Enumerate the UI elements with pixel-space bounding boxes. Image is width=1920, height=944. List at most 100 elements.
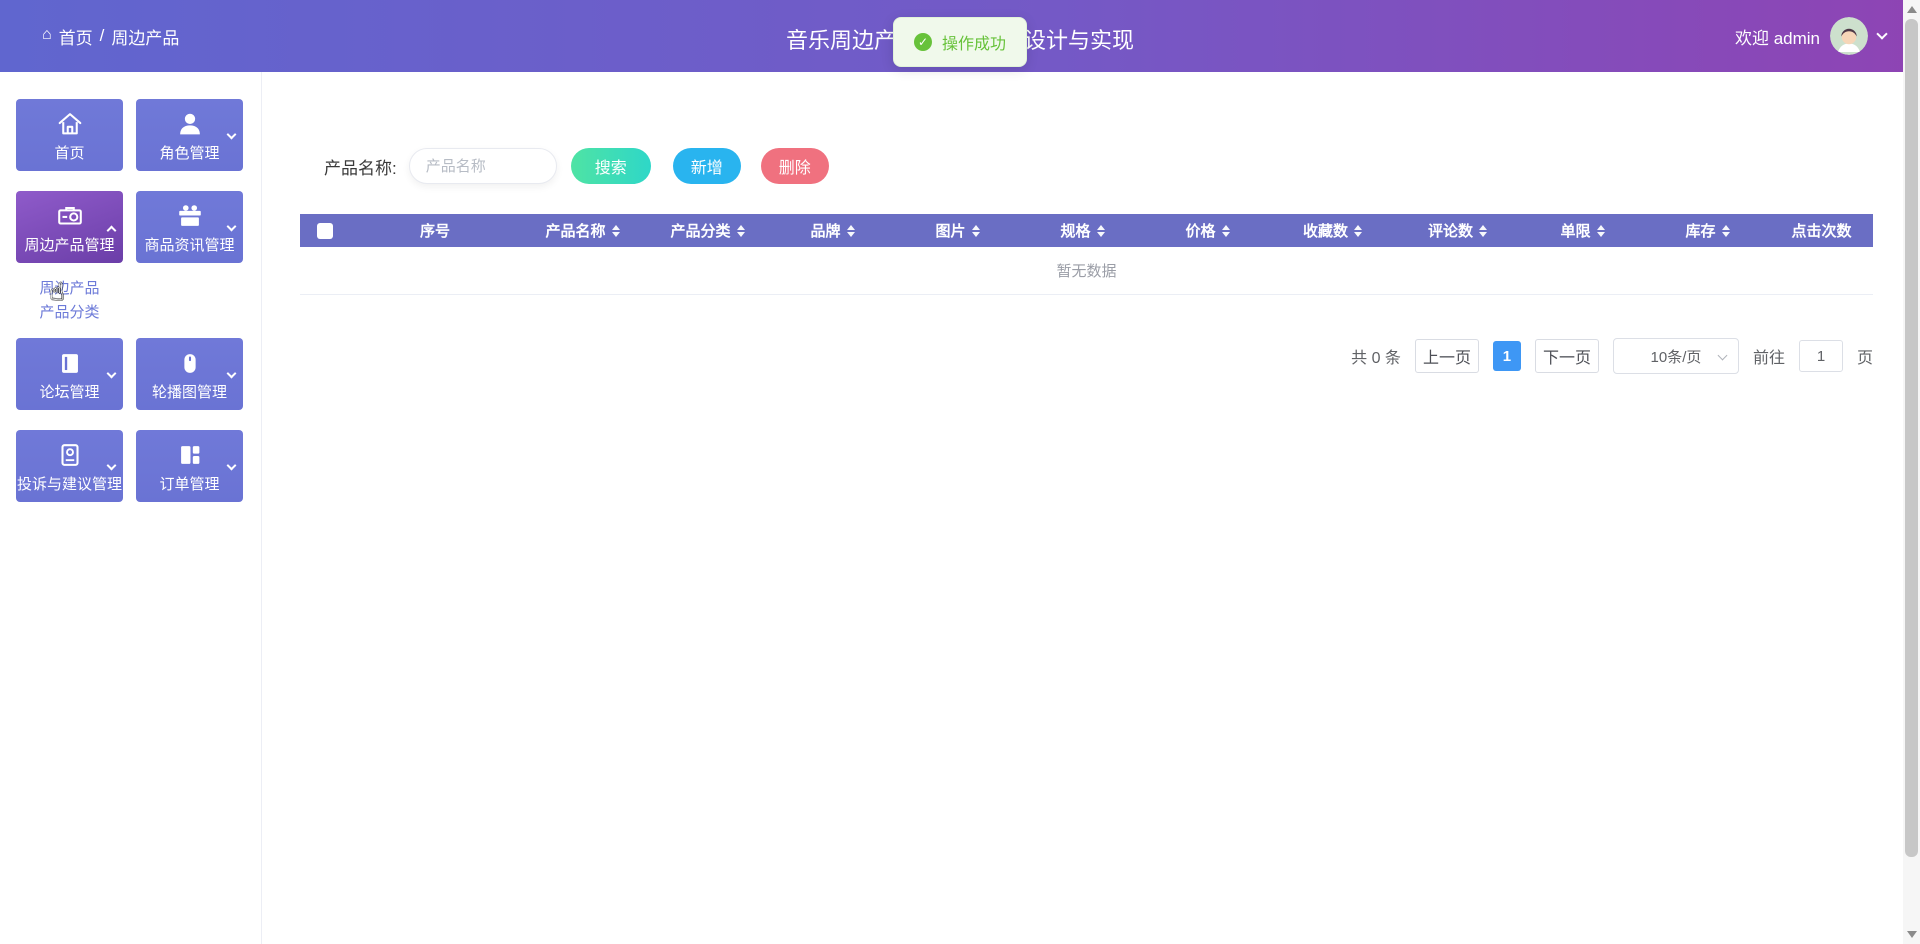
col-header-image[interactable]: 图片: [895, 214, 1020, 247]
carousel-icon: [175, 348, 205, 378]
current-page-button[interactable]: 1: [1492, 341, 1521, 371]
sidebar-tile-carousel-management[interactable]: 轮播图管理: [136, 338, 243, 410]
sort-carets[interactable]: [611, 224, 620, 237]
col-header-spec[interactable]: 规格: [1020, 214, 1145, 247]
sidebar-tile-home[interactable]: 首页: [16, 99, 123, 171]
col-label: 序号: [419, 223, 450, 240]
page-title-left: 音乐周边产: [785, 28, 896, 53]
col-header-product-name[interactable]: 产品名称: [520, 214, 645, 247]
sort-carets[interactable]: [1596, 224, 1605, 237]
chevron-down-icon: [226, 368, 237, 379]
sort-carets[interactable]: [971, 224, 980, 237]
search-bar: 产品名称: 搜索 新增 删除: [324, 148, 1920, 184]
sort-carets[interactable]: [1096, 224, 1105, 237]
chevron-down-icon: [1717, 350, 1728, 361]
col-header-clicks: 点击次数: [1770, 214, 1873, 247]
sort-carets[interactable]: [1221, 224, 1230, 237]
chevron-down-icon: [106, 460, 117, 471]
product-name-input[interactable]: [408, 148, 557, 184]
col-header-limit[interactable]: 单限: [1520, 214, 1645, 247]
col-label: 单限: [1560, 223, 1591, 240]
tile-label: 论坛管理: [39, 384, 100, 401]
main-content: 产品名称: 搜索 新增 删除 序号 产品名称 产品分类: [262, 72, 1920, 944]
col-header-favorites[interactable]: 收藏数: [1270, 214, 1395, 247]
total-count: 共 0 条: [1351, 350, 1401, 367]
app-root: ⌂ 首页 / 周边产品 音乐周边产 设计与实现 欢迎 admin ✓ 操作成功 …: [0, 0, 1920, 944]
chevron-down-icon[interactable]: [1876, 28, 1888, 40]
scroll-up-arrow[interactable]: [1907, 6, 1917, 13]
col-header-brand[interactable]: 品牌: [770, 214, 895, 247]
col-label: 产品分类: [670, 223, 731, 240]
welcome-text: 欢迎 admin: [1734, 28, 1820, 48]
scroll-down-arrow[interactable]: [1907, 931, 1917, 938]
goto-page-input[interactable]: [1798, 340, 1843, 372]
col-label: 收藏数: [1302, 223, 1348, 240]
product-icon: [55, 201, 85, 231]
goto-unit: 页: [1856, 350, 1873, 367]
chevron-down-icon: [106, 368, 117, 379]
sidebar-submenu: 周边产品 产品分类: [16, 277, 123, 325]
chevron-down-icon: [226, 129, 237, 140]
tile-label: 订单管理: [159, 476, 220, 493]
prev-page-button[interactable]: 上一页: [1414, 339, 1479, 373]
scrollbar[interactable]: [1903, 0, 1920, 944]
col-header-stock[interactable]: 库存: [1645, 214, 1770, 247]
select-all-checkbox[interactable]: [317, 222, 333, 239]
avatar[interactable]: [1830, 17, 1868, 55]
page-size-select[interactable]: 10条/页: [1612, 338, 1739, 374]
empty-text: 暂无数据: [1056, 263, 1117, 280]
tile-label: 投诉与建议管理: [16, 476, 122, 493]
col-label: 价格: [1185, 223, 1216, 240]
sidebar-tile-forum-management[interactable]: 论坛管理: [16, 338, 123, 410]
next-page-button[interactable]: 下一页: [1534, 339, 1599, 373]
add-button[interactable]: 新增: [672, 148, 741, 184]
user-icon: [175, 109, 205, 139]
tile-label: 轮播图管理: [151, 384, 227, 401]
sidebar-tile-product-info-management[interactable]: 商品资讯管理: [136, 191, 243, 263]
products-table: 序号 产品名称 产品分类 品牌 图片 规格 价格 收藏数 评论数 单限 库存 点…: [300, 214, 1873, 295]
success-check-icon: ✓: [913, 33, 932, 51]
sort-carets[interactable]: [736, 224, 745, 237]
page-size-value: 10条/页: [1650, 348, 1702, 366]
col-header-price[interactable]: 价格: [1145, 214, 1270, 247]
sidebar-tile-order-management[interactable]: 订单管理: [136, 430, 243, 502]
tile-label: 商品资讯管理: [144, 237, 235, 254]
forum-icon: [55, 348, 85, 378]
complaint-icon: [55, 440, 85, 470]
goto-label: 前往: [1752, 350, 1785, 367]
breadcrumb-current: 周边产品: [111, 28, 180, 48]
toast-message: 操作成功: [941, 36, 1007, 53]
delete-button[interactable]: 删除: [760, 148, 829, 184]
pagination: 共 0 条 上一页 1 下一页 10条/页 前往 页: [262, 338, 1873, 374]
scrollbar-thumb[interactable]: [1905, 19, 1918, 857]
sort-carets[interactable]: [1354, 224, 1362, 237]
search-button[interactable]: 搜索: [570, 148, 651, 184]
col-header-product-category[interactable]: 产品分类: [645, 214, 770, 247]
sort-carets[interactable]: [846, 224, 855, 237]
submenu-item-peripheral-products[interactable]: 周边产品: [16, 277, 123, 301]
col-label: 评论数: [1427, 223, 1473, 240]
sidebar-tile-peripheral-product-management[interactable]: 周边产品管理: [16, 191, 123, 263]
submenu-item-product-categories[interactable]: 产品分类: [16, 301, 123, 325]
col-label: 产品名称: [545, 223, 606, 240]
user-area: 欢迎 admin: [1734, 0, 1888, 72]
breadcrumb: ⌂ 首页 / 周边产品: [42, 0, 179, 72]
col-label: 规格: [1060, 223, 1091, 240]
sidebar-tile-role-management[interactable]: 角色管理: [136, 99, 243, 171]
success-toast: ✓ 操作成功: [892, 17, 1028, 67]
tile-label: 首页: [54, 145, 85, 162]
home-icon: [55, 109, 85, 139]
col-label: 库存: [1685, 223, 1716, 240]
sidebar: 首页 角色管理 周边产品管理 商品资讯管理 周边产品 产品分类 论坛管理 轮播图…: [0, 72, 262, 944]
sort-carets[interactable]: [1721, 224, 1730, 237]
breadcrumb-home-link[interactable]: 首页: [59, 24, 93, 49]
col-label: 图片: [935, 223, 966, 240]
sidebar-tile-complaint-suggestion-management[interactable]: 投诉与建议管理: [16, 430, 123, 502]
sort-carets[interactable]: [1479, 224, 1487, 237]
col-header-comments[interactable]: 评论数: [1395, 214, 1520, 247]
breadcrumb-separator: /: [99, 26, 105, 45]
table-header-row: 序号 产品名称 产品分类 品牌 图片 规格 价格 收藏数 评论数 单限 库存 点…: [300, 214, 1873, 247]
tile-label: 角色管理: [159, 145, 220, 162]
gift-icon: [175, 201, 205, 231]
col-header-index: 序号: [350, 214, 520, 247]
